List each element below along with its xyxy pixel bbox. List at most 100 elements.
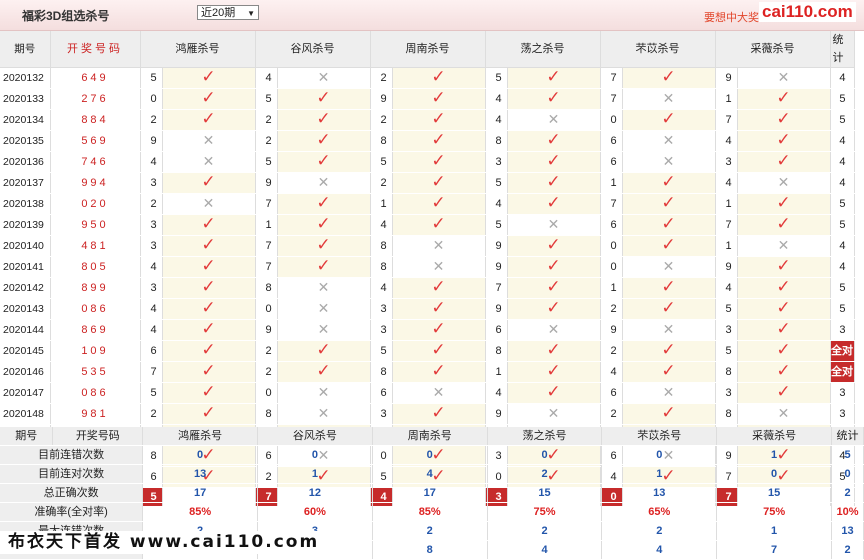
check-icon: ✓ xyxy=(661,277,676,296)
check-icon: ✓ xyxy=(776,298,791,317)
kill-number: 7 xyxy=(485,277,508,299)
kill-number: 9 xyxy=(255,319,278,341)
issue-number: 2020133 xyxy=(0,88,51,110)
table-row: 2020138 020 2 ✕ 7 ✓ 1 ✓ 4 ✓ 7 ✓ 1 ✓ 5 xyxy=(0,193,855,215)
row-total: 5 xyxy=(830,214,855,236)
cross-icon: ✕ xyxy=(432,258,445,274)
draw-numbers: 981 xyxy=(50,403,141,425)
result-mark: ✓ xyxy=(507,256,601,278)
result-mark: ✓ xyxy=(507,277,601,299)
table-header: 期号 开奖号码 鸿雁杀号 谷风杀号 周南杀号 荡之杀号 芣苡杀号 采薇杀号 统计 xyxy=(0,31,855,68)
check-icon: ✓ xyxy=(431,109,446,128)
result-mark: ✕ xyxy=(277,382,371,404)
period-select[interactable]: 近20期 ▼ xyxy=(197,5,259,20)
check-icon: ✓ xyxy=(546,277,561,296)
row-total: 4 xyxy=(830,130,855,152)
kill-number: 2 xyxy=(600,298,623,320)
check-icon: ✓ xyxy=(201,235,216,254)
cross-icon: ✕ xyxy=(777,69,790,85)
check-icon: ✓ xyxy=(431,214,446,233)
result-mark: ✓ xyxy=(392,193,486,215)
result-mark: ✕ xyxy=(737,403,831,425)
table-row: 2020141 805 4 ✓ 7 ✓ 8 ✕ 9 ✓ 0 ✕ 9 ✓ 4 xyxy=(0,256,855,278)
row-total: 3 xyxy=(830,319,855,341)
kill-number: 8 xyxy=(715,403,738,425)
kill-number: 0 xyxy=(255,382,278,404)
row-total: 5 xyxy=(830,298,855,320)
result-mark: ✕ xyxy=(622,382,716,404)
issue-number: 2020132 xyxy=(0,67,51,89)
stats-value: 0 xyxy=(716,464,832,484)
check-icon: ✓ xyxy=(316,151,331,170)
result-mark: ✓ xyxy=(622,172,716,194)
kill-number: 7 xyxy=(255,193,278,215)
chevron-down-icon: ▼ xyxy=(247,9,255,18)
column-header: 芣苡杀号 xyxy=(600,31,716,68)
kill-number: 9 xyxy=(140,130,163,152)
check-icon: ✓ xyxy=(776,340,791,359)
stats-value: 0 xyxy=(372,445,488,465)
kill-number: 7 xyxy=(600,67,623,89)
check-icon: ✓ xyxy=(661,403,676,422)
result-mark: ✓ xyxy=(162,235,256,257)
result-mark: ✓ xyxy=(507,382,601,404)
kill-number: 9 xyxy=(255,172,278,194)
stats-value: 85% xyxy=(372,502,488,522)
kill-number: 4 xyxy=(140,298,163,320)
table-row: 2020148 981 2 ✓ 8 ✕ 3 ✓ 9 ✕ 2 ✓ 8 ✕ 3 xyxy=(0,403,855,425)
result-mark: ✓ xyxy=(507,361,601,383)
draw-numbers: 086 xyxy=(50,382,141,404)
title-bar: 福彩3D组选杀号 近20期 ▼ 要想中大奖 cai110.com xyxy=(0,0,864,31)
result-mark: ✓ xyxy=(162,67,256,89)
kill-number: 9 xyxy=(485,235,508,257)
check-icon: ✓ xyxy=(201,403,216,422)
draw-numbers: 950 xyxy=(50,214,141,236)
check-icon: ✓ xyxy=(201,382,216,401)
column-header: 芣苡杀号 xyxy=(601,427,718,446)
result-mark: ✓ xyxy=(622,340,716,362)
kill-number: 5 xyxy=(370,151,393,173)
kill-number: 3 xyxy=(140,214,163,236)
stats-value: 7 xyxy=(716,540,832,560)
result-mark: ✓ xyxy=(737,214,831,236)
row-total: 4 xyxy=(830,67,855,89)
cross-icon: ✕ xyxy=(662,258,675,274)
check-icon: ✓ xyxy=(546,67,561,86)
kill-number: 4 xyxy=(485,193,508,215)
check-icon: ✓ xyxy=(316,193,331,212)
row-total: 3 xyxy=(830,403,855,425)
kill-number: 4 xyxy=(485,382,508,404)
column-header: 采薇杀号 xyxy=(715,31,831,68)
check-icon: ✓ xyxy=(661,361,676,380)
check-icon: ✓ xyxy=(546,361,561,380)
check-icon: ✓ xyxy=(316,340,331,359)
check-icon: ✓ xyxy=(201,256,216,275)
check-icon: ✓ xyxy=(201,340,216,359)
issue-number: 2020141 xyxy=(0,256,51,278)
stats-value: 65% xyxy=(601,502,718,522)
draw-numbers: 086 xyxy=(50,298,141,320)
kill-number: 5 xyxy=(140,382,163,404)
result-mark: ✕ xyxy=(622,256,716,278)
promo-text[interactable]: 要想中大奖 xyxy=(704,9,759,25)
issue-number: 2020142 xyxy=(0,277,51,299)
kill-number: 3 xyxy=(715,382,738,404)
check-icon: ✓ xyxy=(776,151,791,170)
result-mark: ✓ xyxy=(277,88,371,110)
result-mark: ✕ xyxy=(737,67,831,89)
kill-number: 4 xyxy=(370,277,393,299)
check-icon: ✓ xyxy=(316,256,331,275)
kill-number: 7 xyxy=(600,88,623,110)
check-icon: ✓ xyxy=(201,214,216,233)
result-mark: ✓ xyxy=(162,403,256,425)
result-mark: ✓ xyxy=(392,109,486,131)
kill-number: 7 xyxy=(255,235,278,257)
stats-row: 准确率(全对率) 85% 60% 85% 75% 65% 75% 10% xyxy=(0,502,864,522)
result-mark: ✓ xyxy=(507,151,601,173)
promo-logo[interactable]: cai110.com xyxy=(759,2,856,22)
result-mark: ✓ xyxy=(162,319,256,341)
kill-number: 8 xyxy=(485,340,508,362)
draw-numbers: 994 xyxy=(50,172,141,194)
check-icon: ✓ xyxy=(201,109,216,128)
kill-number: 8 xyxy=(370,361,393,383)
